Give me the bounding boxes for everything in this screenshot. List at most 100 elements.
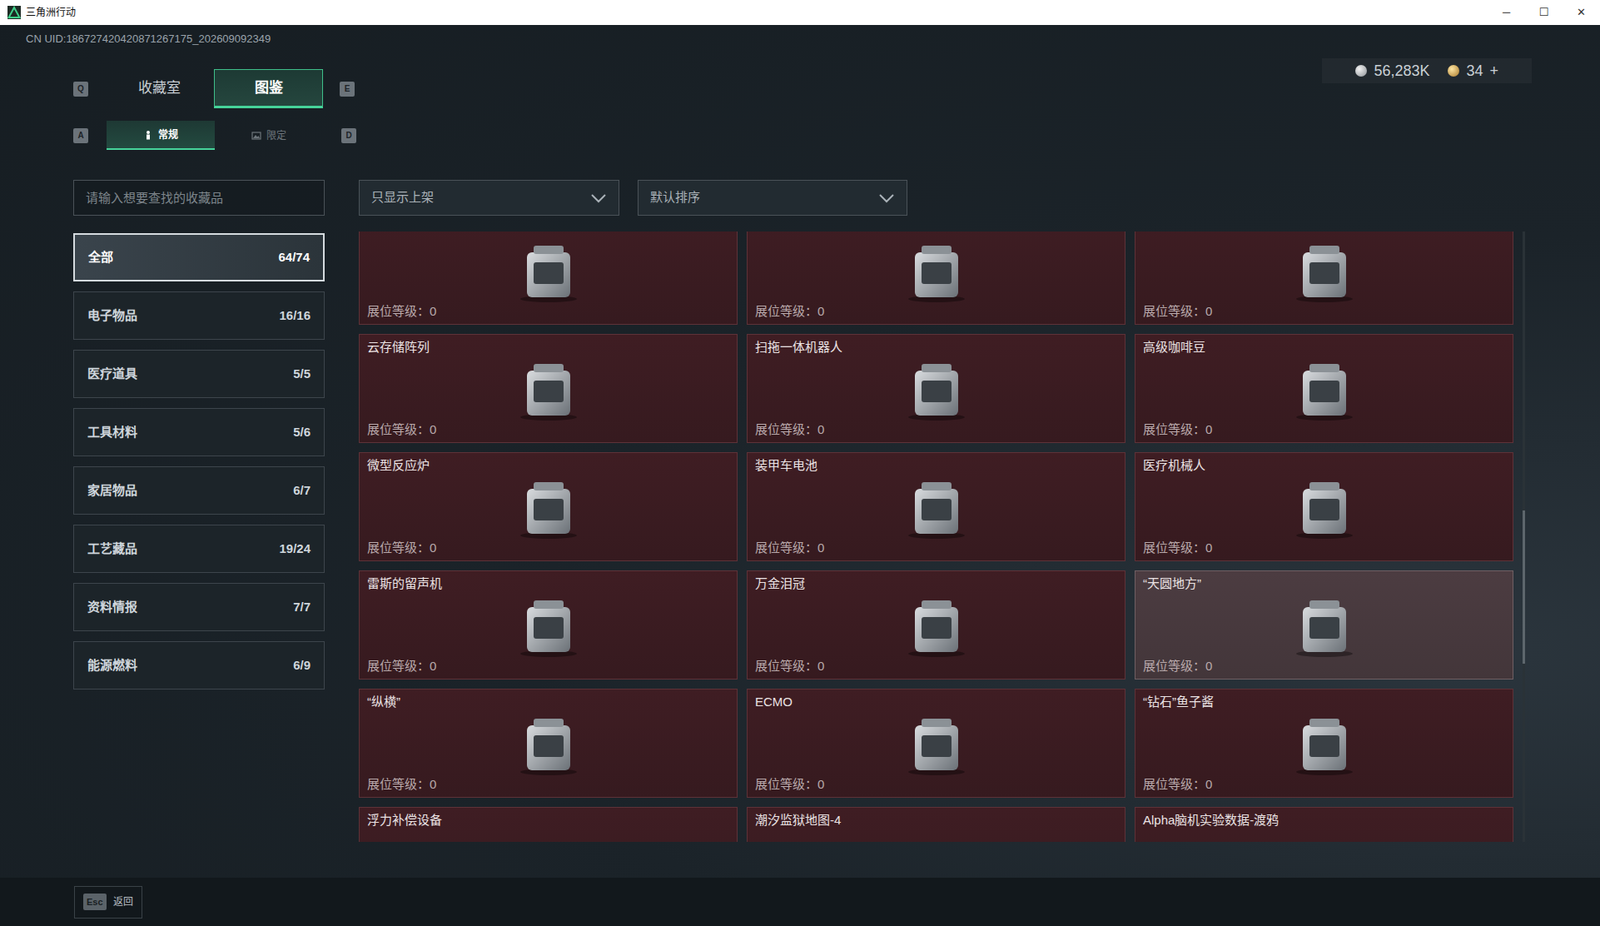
collectible-item-icon (508, 591, 589, 659)
collectible-item-icon (508, 355, 589, 423)
esc-key: Esc (83, 893, 107, 911)
rank-value: 0 (1205, 540, 1213, 555)
uid-label: CN UID:186727420420871267175_20260909234… (0, 24, 1600, 48)
collection-card[interactable]: Alpha脑机实验数据-渡鸦 (1134, 806, 1514, 842)
collection-card[interactable]: 雷斯的留声机展位等级：0 (358, 570, 738, 680)
collectible-item-icon (1284, 835, 1365, 843)
card-viewport: 展位等级：0展位等级：0展位等级：0云存储阵列展位等级：0扫拖一体机器人展位等级… (358, 231, 1514, 842)
key-hint: A (73, 128, 89, 144)
collectible-item-icon (508, 835, 589, 843)
category-count: 16/16 (278, 306, 311, 326)
main-tab[interactable]: 图鉴 (213, 69, 323, 109)
category-item[interactable]: 能源燃料6/9 (73, 640, 325, 690)
category-name: 能源燃料 (87, 655, 138, 676)
category-count: 19/24 (278, 539, 311, 559)
subtab[interactable]: 限定 (214, 120, 323, 150)
footer-bar: Esc返回 (0, 877, 1600, 926)
rank-value: 0 (429, 303, 437, 319)
category-item[interactable]: 家居物品6/7 (73, 466, 325, 515)
category-count: 5/5 (293, 364, 311, 384)
search-field[interactable] (73, 179, 325, 216)
category-count: 5/6 (293, 422, 311, 443)
card-image (755, 591, 1118, 659)
card-rank: 展位等级：0 (1142, 422, 1506, 438)
filter-dropdown[interactable]: 只显示上架 (358, 179, 620, 216)
maximize-button[interactable]: ☐ (1525, 0, 1563, 25)
category-item[interactable]: 工艺藏品19/24 (73, 524, 325, 573)
collection-card[interactable]: ECMO展位等级：0 (746, 688, 1126, 798)
rank-value: 0 (429, 658, 437, 673)
collectible-item-icon (896, 237, 977, 304)
back-button[interactable]: Esc返回 (74, 885, 143, 919)
subtab-row: A常规限定D (0, 120, 1600, 150)
collectible-item-icon (896, 355, 977, 423)
key-hint: Q (73, 81, 89, 97)
card-image (367, 236, 730, 304)
rank-label: 展位等级： (367, 422, 430, 437)
collectible-item-icon (1284, 237, 1365, 304)
collectible-item-icon (896, 835, 977, 843)
scroll-thumb[interactable] (1522, 510, 1526, 664)
category-item[interactable]: 电子物品16/16 (73, 291, 325, 340)
card-rank: 展位等级：0 (1142, 776, 1506, 792)
card-rank: 展位等级：0 (1142, 540, 1506, 556)
collection-card[interactable]: 展位等级：0 (358, 231, 738, 325)
tab-group: 收藏室图鉴 (104, 69, 323, 109)
rank-label: 展位等级： (1142, 540, 1206, 555)
collection-card[interactable]: 扫拖一体机器人展位等级：0 (746, 333, 1126, 443)
card-name: 浮力补偿设备 (367, 812, 730, 828)
collection-card[interactable]: 微型反应炉展位等级：0 (358, 452, 738, 562)
card-rank: 展位等级：0 (1142, 303, 1506, 319)
token-amount: 34 (1465, 59, 1483, 83)
chevron-down-icon (878, 193, 895, 204)
dropdown-label: 默认排序 (650, 188, 701, 208)
top-row: Q收藏室图鉴E56,283K34+ (0, 69, 1600, 109)
category-item[interactable]: 工具材料 5/6 (73, 407, 325, 457)
collection-card[interactable]: 高级咖啡豆展位等级：0 (1134, 333, 1514, 443)
card-rank: 展位等级：0 (755, 422, 1118, 438)
card-name: 云存储阵列 (367, 339, 730, 355)
collection-card[interactable]: “钻石”鱼子酱展位等级：0 (1134, 688, 1514, 798)
collection-card[interactable]: 浮力补偿设备 (358, 806, 738, 842)
card-name: “钻石”鱼子酱 (1142, 694, 1506, 710)
collection-card[interactable]: 展位等级：0 (1134, 231, 1514, 325)
card-image (755, 709, 1118, 777)
main-tabs: Q收藏室图鉴E (73, 69, 355, 109)
filter-dropdown[interactable]: 默认排序 (637, 179, 908, 216)
main-tab[interactable]: 收藏室 (104, 69, 214, 109)
rank-label: 展位等级： (367, 776, 430, 791)
close-button[interactable]: ✕ (1562, 0, 1600, 25)
collection-card[interactable]: 云存储阵列展位等级：0 (358, 333, 738, 443)
collection-card[interactable]: 万金泪冠展位等级：0 (746, 570, 1126, 680)
collectible-item-icon (896, 473, 977, 541)
category-name: 工具材料 (87, 422, 138, 443)
rank-value: 0 (1205, 422, 1213, 437)
card-name-hidden (755, 231, 1118, 237)
card-rank: 展位等级：0 (367, 776, 730, 792)
scrollbar[interactable] (1522, 231, 1526, 842)
dropdown-label: 只显示上架 (371, 188, 434, 208)
minimize-button[interactable]: ─ (1487, 0, 1526, 25)
collection-card[interactable]: “天圆地方”展位等级：0 (1134, 570, 1514, 680)
category-item[interactable]: 全部64/74 (73, 233, 325, 282)
collection-card[interactable]: 潮汐监狱地图-4 (746, 806, 1126, 842)
token-icon (1447, 64, 1460, 77)
card-image (755, 472, 1118, 541)
subtab[interactable]: 常规 (106, 120, 215, 150)
collectible-item-icon (508, 473, 589, 541)
rank-label: 展位等级： (755, 540, 818, 555)
subtab-label: 限定 (266, 128, 287, 144)
card-image (755, 354, 1118, 423)
add-currency-button[interactable]: + (1489, 59, 1499, 83)
collection-card[interactable]: 装甲车电池展位等级：0 (746, 452, 1126, 562)
collectible-item-icon (508, 710, 589, 777)
collection-card[interactable]: “纵横”展位等级：0 (358, 688, 738, 798)
collection-card[interactable]: 展位等级：0 (746, 231, 1126, 325)
collectible-item-icon (1284, 473, 1365, 541)
category-item[interactable]: 资料情报7/7 (73, 582, 325, 632)
collection-card[interactable]: 医疗机械人展位等级：0 (1134, 452, 1514, 562)
category-item[interactable]: 医疗道具5/5 (73, 349, 325, 398)
card-image (367, 709, 730, 777)
card-image (1142, 236, 1506, 304)
card-image (755, 827, 1118, 842)
